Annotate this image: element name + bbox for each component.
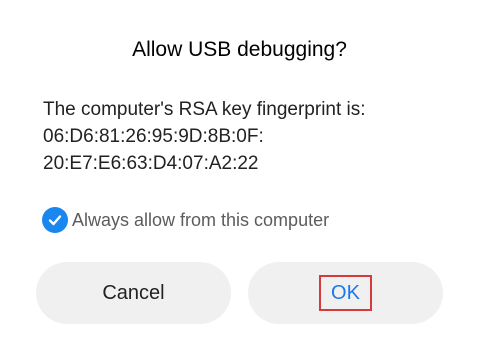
always-allow-checkbox[interactable] <box>42 207 68 233</box>
cancel-button[interactable]: Cancel <box>36 262 231 324</box>
dialog-title: Allow USB debugging? <box>132 38 347 61</box>
always-allow-label[interactable]: Always allow from this computer <box>72 210 329 231</box>
dialog-message: The computer's RSA key fingerprint is: 0… <box>43 96 463 177</box>
usb-debugging-dialog: Allow USB debugging? The computer's RSA … <box>0 0 479 344</box>
fingerprint-line-1: 06:D6:81:26:95:9D:8B:0F: <box>43 126 264 147</box>
ok-button[interactable]: OK <box>248 262 443 324</box>
ok-button-label[interactable]: OK <box>319 275 372 311</box>
fingerprint-line-2: 20:E7:E6:63:D4:07:A2:22 <box>43 153 259 174</box>
checkmark-icon <box>48 215 62 226</box>
always-allow-checkbox-row[interactable]: Always allow from this computer <box>42 206 329 234</box>
message-line: The computer's RSA key fingerprint is: <box>43 99 366 120</box>
